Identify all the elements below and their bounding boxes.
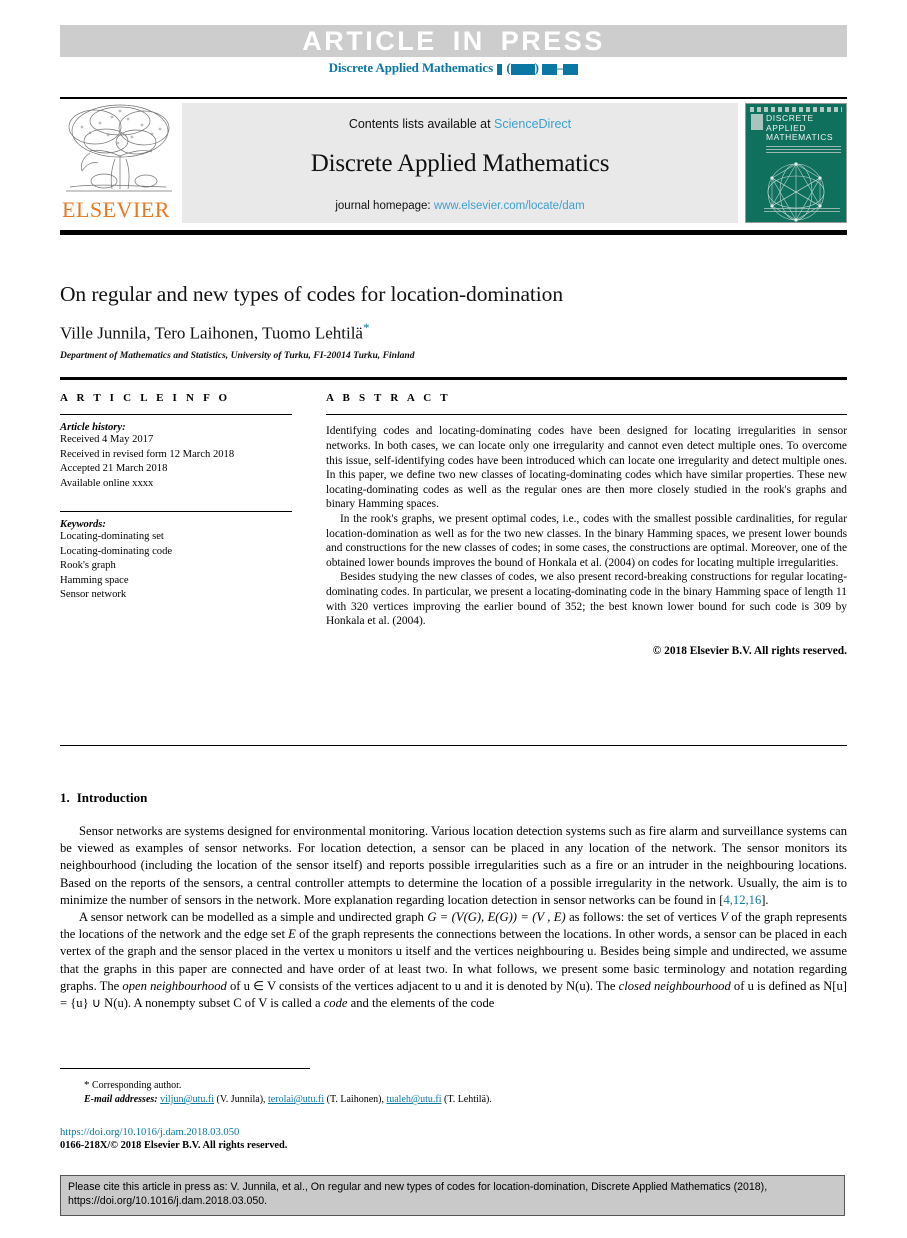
email-addresses-note: E-mail addresses: viljun@utu.fi (V. Junn… (84, 1094, 492, 1105)
article-history-label: Article history: (60, 422, 126, 434)
sciencedirect-link[interactable]: ScienceDirect (494, 117, 571, 131)
page-title: On regular and new types of codes for lo… (60, 282, 563, 306)
abstract-heading: A B S T R A C T (326, 392, 451, 404)
abstract-paragraph: Besides studying the new classes of code… (326, 571, 847, 628)
journal-homepage-prefix: journal homepage: (335, 200, 434, 212)
article-in-press-banner: ARTICLE IN PRESS (60, 25, 847, 57)
corresponding-author-note: * Corresponding author. (60, 1078, 847, 1093)
history-revised: Received in revised form 12 March 2018 (60, 448, 235, 460)
journal-reference-name: Discrete Applied Mathematics (328, 60, 494, 75)
intro-p2-term-open-neighbourhood: open neighbourhood (122, 978, 227, 993)
journal-reference-line: Discrete Applied Mathematics () – (60, 60, 847, 76)
citation-reference-link[interactable]: 4,12,16 (723, 893, 761, 907)
email-link-junnila[interactable]: viljun@utu.fi (160, 1094, 214, 1105)
intro-p2-mid1: as follows: the set of vertices (565, 910, 721, 925)
affiliation: Department of Mathematics and Statistics… (60, 349, 415, 361)
intro-paragraph-1: Sensor networks are systems designed for… (60, 823, 847, 909)
email-person-lehtila: (T. Lehtilä) (444, 1094, 490, 1105)
issn-copyright-line: 0166-218X/© 2018 Elsevier B.V. All right… (60, 1140, 288, 1151)
keyword-item: Locating-dominating set (60, 531, 164, 543)
abstract-copyright: © 2018 Elsevier B.V. All rights reserved… (652, 644, 847, 657)
section-heading: 1. Introduction (60, 790, 847, 806)
elsevier-wordmark: ELSEVIER (62, 197, 170, 222)
email-person-laihonen: (T. Laihonen) (326, 1094, 382, 1105)
doi-and-issn-block: https://doi.org/10.1016/j.dam.2018.03.05… (60, 1126, 287, 1152)
abstract-paragraph: Identifying codes and locating-dominatin… (326, 425, 847, 511)
corresponding-author-text: Corresponding author. (92, 1080, 182, 1091)
article-page: ARTICLE IN PRESS Discrete Applied Mathem… (0, 0, 907, 1238)
section-number: 1. (60, 790, 70, 805)
intro-p2-term-closed-neighbourhood: closed neighbourhood (618, 978, 731, 993)
redacted-volume-block (497, 63, 503, 75)
citation-notice-box: Please cite this article in press as: V.… (60, 1175, 845, 1216)
intro-p2-end: and the elements of the code (347, 996, 495, 1011)
footnote-separator-rule (60, 1068, 310, 1069)
elsevier-tree-icon (66, 104, 172, 192)
keyword-item: Locating-dominating code (60, 545, 173, 557)
email-link-lehtila[interactable]: tualeh@utu.fi (386, 1094, 441, 1105)
keyword-item: Hamming space (60, 574, 129, 586)
info-section-top-rule (60, 377, 847, 380)
section-title-text: Introduction (76, 790, 148, 805)
cover-footer-lines (764, 208, 840, 214)
cover-title-text: DISCRETE APPLIED MATHEMATICS (766, 113, 842, 143)
email-person-junnila: (V. Junnila) (216, 1094, 264, 1105)
footnote-block: * Corresponding author. E-mail addresses… (60, 1078, 847, 1107)
journal-cover-thumbnail: DISCRETE APPLIED MATHEMATICS (745, 103, 847, 223)
corresponding-author-star: * (84, 1079, 90, 1091)
cover-subtitle-lines (766, 146, 841, 153)
journal-homepage-link[interactable]: www.elsevier.com/locate/dam (434, 200, 585, 212)
paren-close: ) (534, 60, 539, 75)
intro-p2-mid4: of u ∈ V consists of the vertices adjace… (226, 978, 619, 993)
cover-title-line3: MATHEMATICS (766, 132, 834, 142)
history-online: Available online xxxx (60, 477, 154, 489)
redacted-endpage-block (563, 63, 579, 75)
redacted-year-block (510, 63, 535, 75)
citation-notice-line2: https://doi.org/10.1016/j.dam.2018.03.05… (68, 1195, 268, 1207)
citation-notice-line1: Please cite this article in press as: V.… (68, 1181, 768, 1193)
abstract-column: A B S T R A C T Identifying codes and lo… (326, 392, 847, 657)
doi-link[interactable]: https://doi.org/10.1016/j.dam.2018.03.05… (60, 1126, 287, 1139)
author-names: Ville Junnila, Tero Laihonen, Tuomo Leht… (60, 323, 363, 343)
contents-lists-line: Contents lists available at ScienceDirec… (182, 117, 738, 131)
title-block: On regular and new types of codes for lo… (60, 282, 847, 361)
history-received: Received 4 May 2017 (60, 434, 154, 446)
intro-p2-equation: G = (V(G), E(G)) = (V , E) (427, 910, 566, 925)
article-info-heading: A R T I C L E I N F O (60, 392, 231, 404)
introduction-section: 1. Introduction Sensor networks are syste… (60, 790, 847, 1012)
intro-p2-symbol-v: V (720, 910, 728, 925)
keyword-item: Rook's graph (60, 560, 116, 572)
masthead-bottom-rule (60, 230, 847, 235)
keywords-rule (60, 511, 292, 513)
intro-p1-text-b: ]. (761, 892, 769, 907)
journal-homepage-line: journal homepage: www.elsevier.com/locat… (182, 200, 738, 212)
intro-p2-pre: A sensor network can be modelled as a si… (79, 910, 428, 925)
article-info-rule (60, 414, 292, 416)
article-info-column: A R T I C L E I N F O Article history: R… (60, 392, 292, 602)
email-link-laihonen[interactable]: terolai@utu.fi (268, 1094, 324, 1105)
intro-paragraph-2: A sensor network can be modelled as a si… (60, 909, 847, 1012)
contents-lists-prefix: Contents lists available at (348, 117, 495, 131)
abstract-paragraph: In the rook's graphs, we present optimal… (326, 512, 847, 569)
history-accepted: Accepted 21 March 2018 (60, 463, 168, 475)
intro-p2-term-code: code (323, 996, 348, 1011)
elsevier-logo: ELSEVIER (60, 101, 180, 225)
masthead-center-panel: Contents lists available at ScienceDirec… (182, 103, 738, 223)
info-section-bottom-rule (60, 745, 847, 747)
masthead-top-rule (60, 97, 847, 99)
corresponding-author-marker: * (362, 320, 370, 335)
redacted-startpage-block (542, 63, 558, 75)
email-addresses-label: E-mail addresses: (84, 1094, 158, 1105)
intro-p2-symbol-e: E (288, 927, 296, 942)
cover-elsevier-mark (751, 114, 763, 130)
author-list: Ville Junnila, Tero Laihonen, Tuomo Leht… (60, 320, 847, 344)
cover-top-strip (750, 107, 842, 112)
article-in-press-label: ARTICLE IN PRESS (302, 25, 605, 56)
abstract-rule (326, 414, 847, 416)
journal-title: Discrete Applied Mathematics (310, 150, 610, 177)
keyword-item: Sensor network (60, 589, 127, 601)
journal-masthead: ELSEVIER Contents lists available at Sci… (60, 101, 847, 225)
keywords-label: Keywords: (60, 519, 106, 531)
